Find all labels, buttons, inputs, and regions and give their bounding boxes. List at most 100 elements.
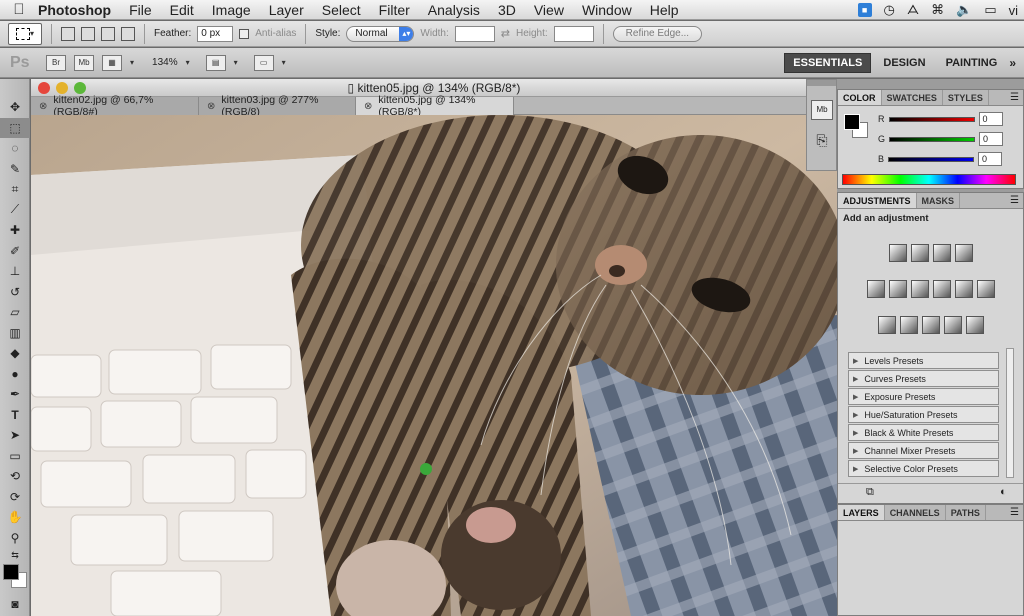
menu-window[interactable]: Window	[582, 2, 632, 18]
color-spectrum-bar[interactable]	[842, 174, 1016, 185]
time-machine-icon[interactable]: ◷	[884, 2, 895, 18]
arrange-documents-icon[interactable]: ▤	[205, 54, 226, 71]
list-item[interactable]: ▶ Hue/Saturation Presets	[848, 406, 999, 423]
tab-kitten02[interactable]: ⊗ kitten02.jpg @ 66,7% (RGB/8#)	[31, 94, 199, 118]
subtract-selection-icon[interactable]	[101, 26, 115, 41]
close-tab-icon[interactable]: ⊗	[39, 101, 47, 112]
workspace-painting[interactable]: PAINTING	[938, 54, 1006, 72]
menu-layer[interactable]: Layer	[269, 2, 304, 18]
tab-kitten03[interactable]: ⊗ kitten03.jpg @ 277% (RGB/8)	[199, 94, 356, 118]
tab-color[interactable]: COLOR	[838, 90, 882, 105]
close-tab-icon[interactable]: ⊗	[207, 101, 215, 112]
menu-file[interactable]: File	[129, 2, 152, 18]
menu-view[interactable]: View	[534, 2, 564, 18]
red-slider[interactable]	[888, 116, 975, 122]
zoom-tool-icon[interactable]: ⚲	[0, 528, 30, 549]
history-panel-icon[interactable]: ⎘	[811, 132, 833, 152]
antialias-checkbox[interactable]	[239, 28, 250, 39]
threshold-icon[interactable]	[921, 316, 940, 334]
chevron-down-icon[interactable]: ▾	[130, 58, 134, 67]
gradient-tool-icon[interactable]: ▥	[0, 323, 30, 344]
lasso-tool-icon[interactable]: ◌	[0, 138, 30, 159]
menu-3d[interactable]: 3D	[498, 2, 516, 18]
disclosure-triangle-icon[interactable]: ▶	[853, 411, 858, 419]
blue-value-input[interactable]: 0	[978, 152, 1003, 166]
dodge-tool-icon[interactable]: ●	[0, 364, 30, 385]
disclosure-triangle-icon[interactable]: ▶	[853, 393, 858, 401]
menu-select[interactable]: Select	[322, 2, 361, 18]
selective-color-icon[interactable]	[965, 316, 984, 334]
posterize-icon[interactable]	[899, 316, 918, 334]
list-item[interactable]: ▶ Curves Presets	[848, 370, 999, 387]
eraser-tool-icon[interactable]: ▱	[0, 302, 30, 323]
return-to-list-icon[interactable]: ⧉	[866, 486, 874, 499]
brightness-contrast-icon[interactable]	[888, 244, 907, 262]
chevron-down-icon[interactable]: ▾	[282, 58, 286, 67]
disclosure-triangle-icon[interactable]: ▶	[853, 357, 858, 365]
volume-icon[interactable]: 🔈	[956, 2, 972, 18]
wifi-icon[interactable]: ⌘	[931, 2, 944, 18]
apple-icon[interactable]: 	[0, 1, 38, 18]
move-tool-icon[interactable]: ✥	[0, 97, 30, 118]
image-canvas[interactable]	[31, 115, 837, 616]
exposure-icon[interactable]	[954, 244, 973, 262]
tab-layers[interactable]: LAYERS	[838, 505, 885, 520]
style-select[interactable]: Normal ▴▾	[346, 25, 415, 42]
list-item[interactable]: ▶ Black & White Presets	[848, 424, 999, 441]
menu-app-name[interactable]: Photoshop	[38, 2, 111, 18]
swap-icon[interactable]: ⇄	[501, 27, 510, 40]
type-tool-icon[interactable]: T	[0, 405, 30, 426]
channel-mixer-icon[interactable]	[976, 280, 995, 298]
mini-bridge-button[interactable]: Mb	[74, 54, 94, 71]
menu-help[interactable]: Help	[650, 2, 679, 18]
workspace-essentials[interactable]: ESSENTIALS	[784, 52, 872, 73]
tab-swatches[interactable]: SWATCHES	[882, 90, 943, 105]
mini-bridge-panel-icon[interactable]: Mb	[811, 100, 833, 120]
panel-menu-icon[interactable]: ☰	[1010, 193, 1023, 208]
bluetooth-icon[interactable]: ᗋ	[907, 2, 919, 18]
tab-adjustments[interactable]: ADJUSTMENTS	[838, 193, 917, 208]
quick-select-tool-icon[interactable]: ✎	[0, 159, 30, 180]
chevron-down-icon[interactable]: ▾	[186, 58, 190, 67]
brush-tool-icon[interactable]: ✐	[0, 241, 30, 262]
green-slider[interactable]	[889, 136, 976, 142]
3d-orbit-tool-icon[interactable]: ⟳	[0, 487, 30, 508]
zoom-level[interactable]: 134%	[152, 57, 178, 68]
path-selection-tool-icon[interactable]: ➤	[0, 425, 30, 446]
tab-kitten05[interactable]: ⊗ kitten05.jpg @ 134% (RGB/8*)	[356, 94, 514, 118]
shape-tool-icon[interactable]: ▭	[0, 446, 30, 467]
green-value-input[interactable]: 0	[979, 132, 1004, 146]
history-brush-tool-icon[interactable]: ↺	[0, 282, 30, 303]
list-item[interactable]: ▶ Levels Presets	[848, 352, 999, 369]
hue-saturation-icon[interactable]	[888, 280, 907, 298]
blue-slider[interactable]	[888, 156, 975, 162]
3d-rotate-tool-icon[interactable]: ⟲	[0, 466, 30, 487]
zoom-window-icon[interactable]	[74, 82, 86, 94]
ps-status-icon[interactable]: ■	[857, 3, 872, 17]
blur-tool-icon[interactable]: ◆	[0, 343, 30, 364]
invert-icon[interactable]	[877, 316, 896, 334]
disclosure-triangle-icon[interactable]: ▶	[853, 465, 858, 473]
marquee-tool-icon[interactable]: ⬚	[0, 117, 30, 138]
view-extras-icon[interactable]: ▦	[102, 54, 122, 71]
more-workspaces-icon[interactable]: »	[1009, 56, 1016, 70]
minimize-window-icon[interactable]	[56, 82, 68, 94]
foreground-color-swatch[interactable]	[844, 114, 860, 130]
list-item[interactable]: ▶ Exposure Presets	[848, 388, 999, 405]
color-balance-icon[interactable]	[910, 280, 929, 298]
menu-image[interactable]: Image	[212, 2, 251, 18]
panel-menu-icon[interactable]: ☰	[1010, 505, 1023, 520]
intersect-selection-icon[interactable]	[121, 26, 135, 41]
workspace-design[interactable]: DESIGN	[875, 54, 933, 72]
add-selection-icon[interactable]	[81, 26, 95, 41]
menu-edit[interactable]: Edit	[170, 2, 194, 18]
vibrance-icon[interactable]	[866, 280, 885, 298]
disclosure-triangle-icon[interactable]: ▶	[853, 375, 858, 383]
menubar-clipped-text[interactable]: vi	[1009, 3, 1018, 18]
width-input[interactable]	[454, 25, 495, 42]
refine-edge-button[interactable]: Refine Edge...	[612, 25, 703, 42]
red-value-input[interactable]: 0	[978, 112, 1003, 126]
disclosure-triangle-icon[interactable]: ▶	[853, 429, 858, 437]
presets-scrollbar[interactable]	[1006, 348, 1014, 478]
tab-channels[interactable]: CHANNELS	[885, 505, 946, 520]
